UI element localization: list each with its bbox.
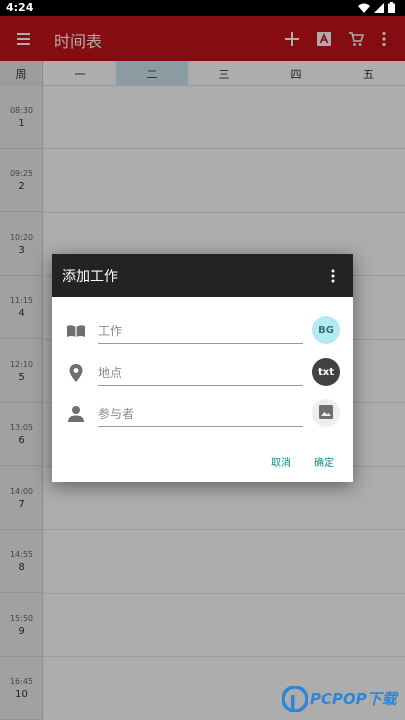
location-pin-icon [66, 363, 86, 383]
status-bar: 4:24 [0, 0, 405, 16]
signal-icon [374, 2, 384, 16]
book-icon [66, 321, 86, 341]
text-color-button[interactable]: txt [312, 358, 340, 386]
location-field-row: txt [52, 354, 353, 392]
wifi-icon [358, 3, 370, 16]
background-color-button[interactable]: BG [312, 316, 340, 344]
participants-field-row [52, 395, 353, 433]
status-time: 4:24 [6, 1, 34, 14]
image-button[interactable] [312, 399, 340, 427]
dialog-more-icon[interactable] [323, 266, 343, 286]
job-input[interactable] [98, 318, 303, 344]
person-icon [66, 404, 86, 424]
status-icons [358, 2, 395, 16]
location-input[interactable] [98, 360, 303, 386]
add-job-dialog: 添加工作 BG txt 取消 确定 [52, 254, 353, 482]
pcpop-logo-icon [281, 685, 309, 713]
dialog-title: 添加工作 [62, 269, 118, 285]
watermark-text: PCPOP下载 [310, 690, 397, 708]
dialog-header: 添加工作 [52, 254, 353, 297]
cancel-button[interactable]: 取消 [271, 454, 291, 469]
battery-icon [388, 2, 395, 16]
job-field-row: BG [52, 312, 353, 350]
confirm-button[interactable]: 确定 [314, 454, 334, 469]
watermark: PCPOP下载 [280, 682, 405, 718]
image-icon [319, 404, 333, 422]
participants-input[interactable] [98, 401, 303, 427]
